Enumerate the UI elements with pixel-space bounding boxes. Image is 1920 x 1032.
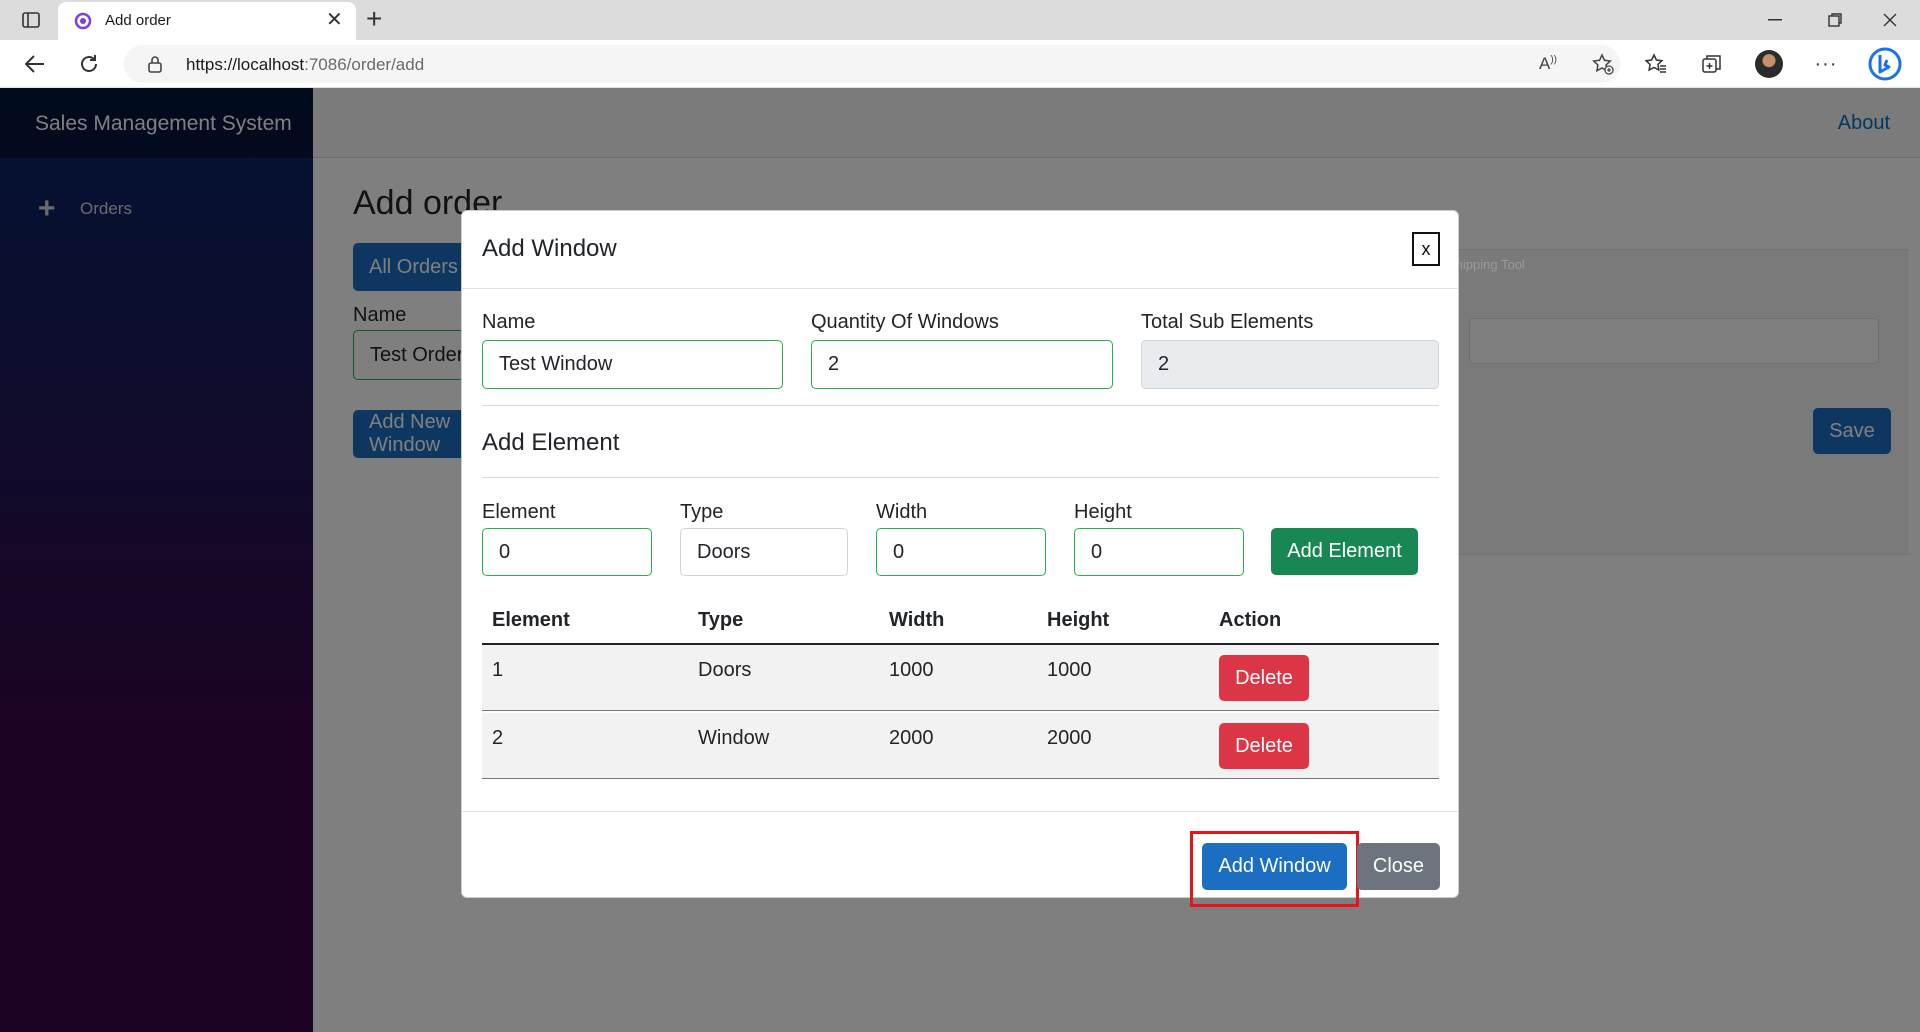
restore-icon[interactable] <box>1815 6 1855 34</box>
delete-button[interactable]: Delete <box>1219 655 1309 701</box>
window-name-label: Name <box>482 311 536 333</box>
lock-icon[interactable] <box>148 55 162 78</box>
cell-element: 2 <box>492 727 504 749</box>
tab-title: Add order <box>105 12 171 29</box>
read-aloud-icon[interactable]: A)) <box>1534 53 1562 75</box>
window-name-input[interactable]: Test Window <box>482 340 783 389</box>
window-close-icon[interactable] <box>1870 6 1910 34</box>
element-input[interactable]: 0 <box>482 528 652 576</box>
height-label: Height <box>1074 501 1132 523</box>
width-input[interactable]: 0 <box>876 528 1046 576</box>
modal-title: Add Window <box>482 235 617 262</box>
url-bar[interactable]: https://localhost:7086/order/add A)) <box>124 45 1620 83</box>
tab-actions-icon[interactable] <box>14 8 48 32</box>
close-button[interactable]: Close <box>1357 843 1440 890</box>
modal-header: Add Window x <box>462 211 1458 289</box>
back-icon[interactable] <box>18 48 52 80</box>
height-input[interactable]: 0 <box>1074 528 1244 576</box>
browser-tab-bar: Add order ✕ + <box>0 0 1920 40</box>
collections-icon[interactable] <box>1696 50 1728 78</box>
cell-height: 1000 <box>1047 659 1092 681</box>
url-text: https://localhost:7086/order/add <box>186 55 425 74</box>
divider <box>482 477 1439 478</box>
add-window-button[interactable]: Add Window <box>1202 843 1347 890</box>
quantity-input[interactable]: 2 <box>811 340 1113 389</box>
add-favorite-icon[interactable] <box>1589 53 1617 75</box>
refresh-icon[interactable] <box>72 48 106 80</box>
add-element-heading: Add Element <box>482 429 620 456</box>
browser-toolbar: https://localhost:7086/order/add A)) ··· <box>0 40 1920 88</box>
minimize-icon[interactable] <box>1755 6 1795 34</box>
table-row: 2 Window 2000 2000 Delete <box>482 713 1439 779</box>
cell-width: 1000 <box>889 659 934 681</box>
cell-type: Window <box>698 727 770 749</box>
element-label: Element <box>482 501 556 523</box>
new-tab-icon[interactable]: + <box>366 3 382 35</box>
tab-close-icon[interactable]: ✕ <box>326 9 343 31</box>
cell-type: Doors <box>698 659 752 681</box>
table-row: 1 Doors 1000 1000 Delete <box>482 645 1439 711</box>
add-element-button[interactable]: Add Element <box>1271 528 1418 575</box>
table-header-height: Height <box>1047 609 1110 631</box>
favorites-icon[interactable] <box>1640 50 1672 78</box>
divider <box>482 405 1439 406</box>
cell-width: 2000 <box>889 727 934 749</box>
table-header-type: Type <box>698 609 744 631</box>
table-header-element: Element <box>492 609 570 631</box>
type-label: Type <box>680 501 724 523</box>
quantity-label: Quantity Of Windows <box>811 311 999 333</box>
cell-element: 1 <box>492 659 504 681</box>
modal-close-x-button[interactable]: x <box>1412 232 1440 266</box>
page: Sales Management System + Orders About A… <box>0 88 1920 1032</box>
table-header-width: Width <box>889 609 945 631</box>
cell-height: 2000 <box>1047 727 1092 749</box>
total-sub-elements-field: 2 <box>1141 340 1439 389</box>
profile-avatar[interactable] <box>1755 50 1783 78</box>
delete-button[interactable]: Delete <box>1219 723 1309 769</box>
more-options-icon[interactable]: ··· <box>1810 50 1842 78</box>
add-window-modal: Add Window x Name Test Window Quantity O… <box>461 210 1459 907</box>
bing-copilot-icon[interactable] <box>1865 46 1905 82</box>
modal-footer-divider <box>462 811 1458 812</box>
browser-tab-active[interactable]: Add order ✕ <box>58 2 356 40</box>
total-sub-elements-label: Total Sub Elements <box>1141 311 1314 333</box>
table-header-action: Action <box>1219 609 1282 631</box>
blazor-favicon-icon <box>74 12 92 30</box>
width-label: Width <box>876 501 928 523</box>
type-input[interactable]: Doors <box>680 528 848 576</box>
